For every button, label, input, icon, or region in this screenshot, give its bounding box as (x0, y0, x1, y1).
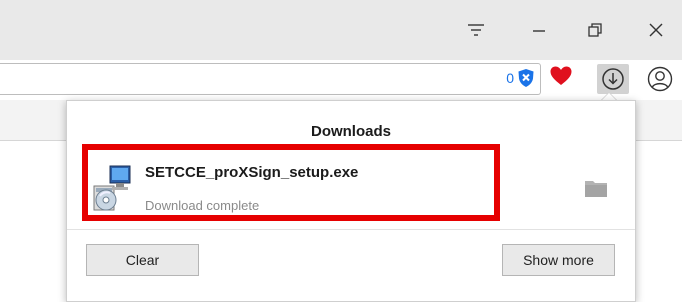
panel-divider (67, 229, 635, 230)
downloads-button[interactable] (597, 64, 629, 94)
downloads-panel: Downloads SETCCE_proXSign_setup.exe Down… (66, 100, 636, 302)
heart-icon[interactable] (549, 64, 573, 88)
download-status: Download complete (145, 198, 260, 213)
installer-icon (93, 165, 131, 211)
restore-icon[interactable] (573, 10, 617, 50)
download-item[interactable]: SETCCE_proXSign_setup.exe Download compl… (82, 144, 500, 221)
close-icon[interactable] (634, 10, 678, 50)
title-bar (0, 0, 682, 60)
minimize-icon[interactable] (517, 10, 561, 50)
show-more-button[interactable]: Show more (502, 244, 615, 276)
overflow-menu-icon[interactable] (454, 10, 498, 50)
shield-icon[interactable] (518, 69, 534, 87)
address-field[interactable]: 0 (0, 63, 541, 95)
folder-icon[interactable] (584, 178, 608, 198)
panel-title: Downloads (310, 123, 391, 140)
profile-icon[interactable] (647, 66, 673, 92)
blocked-count: 0 (506, 70, 514, 86)
download-filename: SETCCE_proXSign_setup.exe (145, 164, 359, 181)
download-icon (602, 68, 624, 90)
address-toolbar: 0 (0, 60, 682, 101)
clear-button[interactable]: Clear (86, 244, 199, 276)
